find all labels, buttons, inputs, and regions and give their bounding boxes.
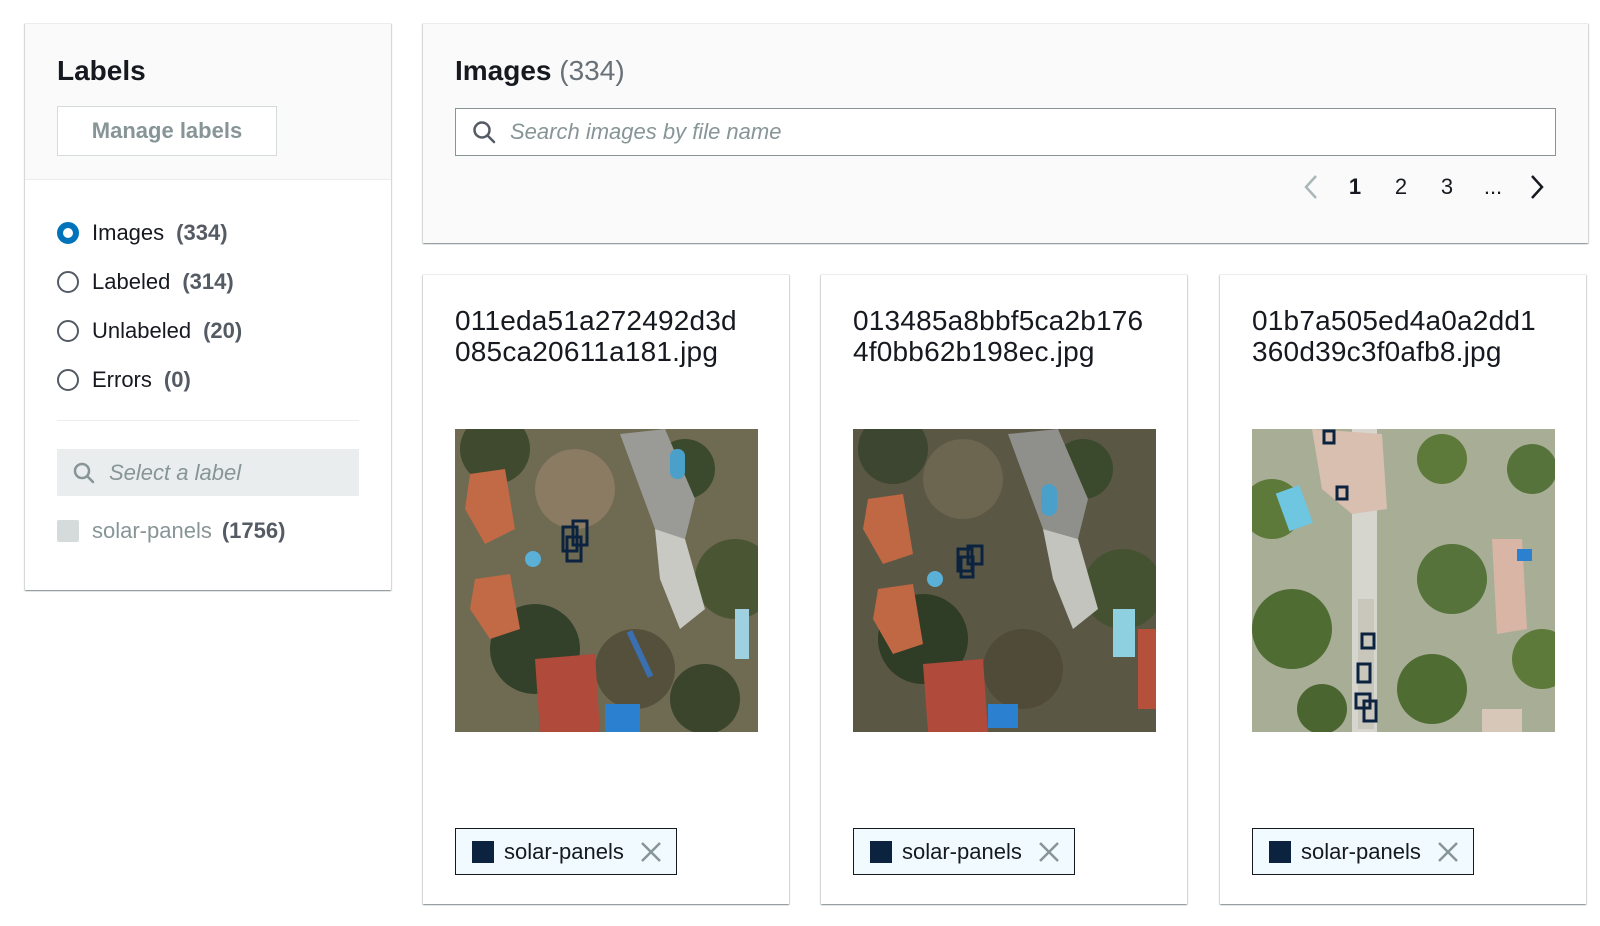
image-search-placeholder: Search images by file name [510, 119, 782, 144]
image-card[interactable]: 01b7a505ed4a0a2dd1 360d39c3f0afb8.jpg so… [1220, 274, 1586, 904]
label-tag: solar-panels [1252, 828, 1474, 875]
label-name: solar-panels [92, 518, 212, 543]
search-icon [473, 121, 496, 144]
image-card[interactable]: 013485a8bbf5ca2b176 4f0bb62b198ec.jpg so… [821, 274, 1187, 904]
filename-line: 360d39c3f0afb8.jpg [1252, 336, 1502, 367]
image-filename: 01b7a505ed4a0a2dd1 360d39c3f0afb8.jpg [1252, 305, 1554, 429]
label-color-swatch [1269, 840, 1291, 863]
label-color-swatch [472, 840, 494, 863]
filter-list: Images (334) Labeled (314) Unlabeled (20… [25, 180, 391, 404]
filename-line: 01b7a505ed4a0a2dd1 [1252, 305, 1536, 336]
labels-panel: Labels Manage labels Images (334) Labele… [25, 23, 391, 590]
checkbox[interactable] [57, 520, 79, 542]
label-tag-text: solar-panels [902, 838, 1022, 864]
filter-count: (334) [176, 219, 228, 245]
pagination: 1 2 3 ... [1290, 174, 1558, 200]
page-2[interactable]: 2 [1378, 174, 1424, 200]
label-tag: solar-panels [853, 828, 1075, 875]
filter-count: (314) [182, 268, 234, 294]
label-search-placeholder: Select a label [109, 459, 242, 485]
aerial-image-thumbnail[interactable] [455, 429, 758, 732]
page-3[interactable]: 3 [1424, 174, 1470, 200]
filter-errors[interactable]: Errors (0) [57, 355, 359, 404]
page-ellipsis: ... [1483, 174, 1503, 199]
image-filename: 013485a8bbf5ca2b176 4f0bb62b198ec.jpg [853, 305, 1155, 429]
images-count: (334) [559, 55, 625, 86]
close-icon[interactable] [1038, 841, 1060, 863]
chevron-right-icon[interactable] [1516, 174, 1558, 200]
filter-label: Unlabeled [92, 317, 192, 343]
filter-unlabeled[interactable]: Unlabeled (20) [57, 306, 359, 355]
filter-label: Errors [92, 366, 152, 392]
filename-line: 011eda51a272492d3d [455, 305, 737, 336]
filter-count: (0) [163, 366, 191, 392]
label-tag-text: solar-panels [504, 838, 624, 864]
label-color-swatch [870, 840, 892, 863]
divider [57, 420, 359, 421]
label-tag-text: solar-panels [1301, 838, 1421, 864]
page-1[interactable]: 1 [1332, 174, 1378, 200]
close-icon[interactable] [640, 841, 662, 863]
images-title: Images (334) [455, 54, 1556, 88]
filename-line: 013485a8bbf5ca2b176 [853, 305, 1144, 336]
label-tag: solar-panels [455, 828, 677, 875]
label-search-input[interactable]: Select a label [57, 449, 359, 496]
images-title-text: Images [455, 55, 552, 86]
aerial-image-thumbnail[interactable] [853, 429, 1156, 732]
filter-count: (20) [203, 317, 243, 343]
filter-label: Labeled [92, 268, 171, 294]
images-panel: Images (334) Search images by file name … [423, 23, 1588, 243]
label-item-solar-panels[interactable]: solar-panels (1756) [57, 518, 359, 544]
radio-icon[interactable] [57, 270, 79, 293]
radio-icon[interactable] [57, 368, 79, 391]
aerial-image-thumbnail[interactable] [1252, 429, 1555, 732]
labels-panel-header: Labels Manage labels [25, 24, 391, 180]
label-count: (1756) [221, 518, 286, 543]
image-search-input[interactable]: Search images by file name [455, 108, 1556, 156]
radio-selected-icon[interactable] [57, 221, 79, 244]
filter-label: Images [92, 219, 165, 245]
chevron-left-icon[interactable] [1290, 174, 1332, 200]
close-icon[interactable] [1437, 841, 1459, 863]
filename-line: 4f0bb62b198ec.jpg [853, 336, 1095, 367]
radio-icon[interactable] [57, 319, 79, 342]
manage-labels-button[interactable]: Manage labels [57, 106, 277, 156]
image-card[interactable]: 011eda51a272492d3d 085ca20611a181.jpg so… [423, 274, 789, 904]
image-filename: 011eda51a272492d3d 085ca20611a181.jpg [455, 305, 757, 429]
filename-line: 085ca20611a181.jpg [455, 336, 719, 367]
filter-images[interactable]: Images (334) [57, 208, 359, 257]
search-icon [73, 462, 95, 483]
labels-title: Labels [57, 55, 146, 86]
filter-labeled[interactable]: Labeled (314) [57, 257, 359, 306]
